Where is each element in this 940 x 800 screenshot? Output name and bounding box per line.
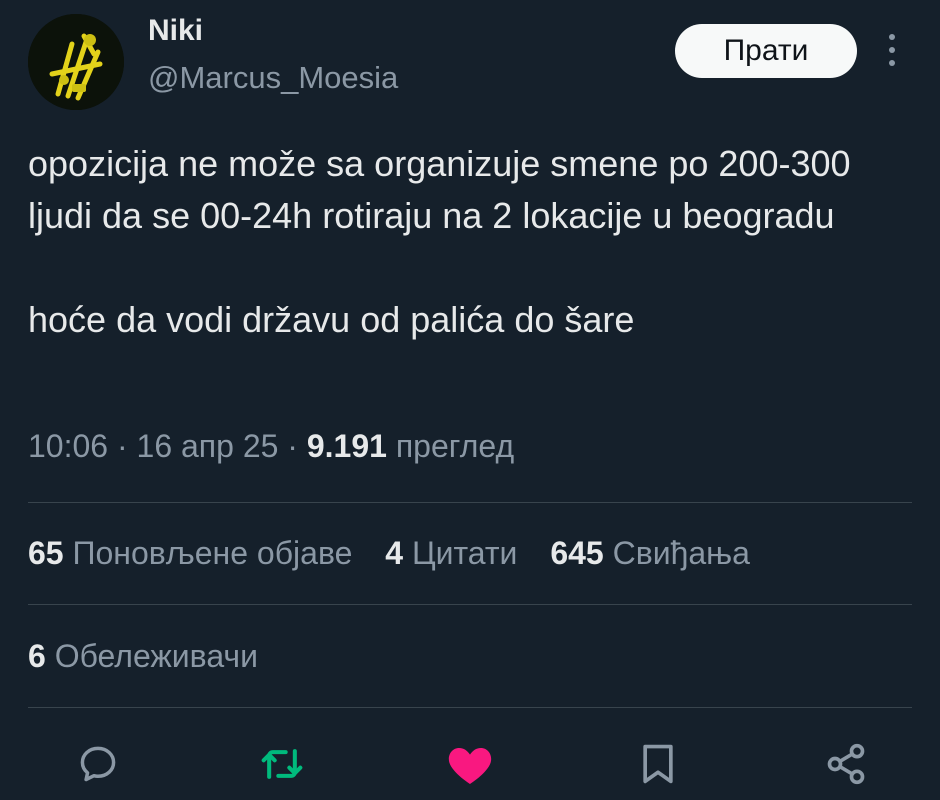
divider [28, 604, 912, 605]
follow-button[interactable]: Прати [675, 24, 857, 78]
tweet-meta: 10:06 · 16 апр 25 · 9.191 преглед [28, 428, 514, 465]
meta-separator: · [287, 428, 298, 464]
divider [28, 502, 912, 503]
avatar-image [28, 14, 124, 110]
likes-stat[interactable]: 645 Свиђања [550, 535, 750, 571]
bookmark-button[interactable] [632, 738, 684, 790]
retweet-button[interactable] [256, 738, 308, 790]
like-button[interactable] [444, 738, 496, 790]
reposts-stat[interactable]: 65 Поновљене објаве [28, 535, 361, 571]
reposts-count: 65 [28, 535, 64, 571]
author-name[interactable]: Niki [148, 14, 203, 48]
bookmark-icon [643, 744, 673, 784]
reply-icon [80, 746, 116, 782]
tweet-time[interactable]: 10:06 [28, 428, 108, 464]
avatar[interactable] [28, 14, 124, 110]
reposts-label: Поновљене објаве [72, 535, 353, 571]
likes-label: Свиђања [612, 535, 750, 571]
likes-count: 645 [550, 535, 604, 571]
heart-icon [448, 748, 492, 784]
bookmarks-count: 6 [28, 638, 46, 674]
tweet-date[interactable]: 16 апр 25 [137, 428, 279, 464]
share-button[interactable] [820, 738, 872, 790]
views-label: преглед [395, 428, 515, 464]
bookmarks-label: Обележивачи [54, 638, 258, 674]
retweet-icon [261, 749, 303, 779]
author-handle[interactable]: @Marcus_Moesia [148, 60, 398, 96]
share-icon [827, 743, 865, 785]
meta-separator: · [116, 428, 128, 464]
more-options-icon[interactable] [880, 34, 904, 74]
divider [28, 707, 912, 708]
views-count: 9.191 [306, 428, 387, 464]
reply-button[interactable] [72, 738, 124, 790]
tweet-text: opozicija ne može sa organizuje smene po… [28, 138, 908, 346]
tweet-paragraph: hoće da vodi državu od palića do šare [28, 299, 635, 340]
tweet-paragraph: opozicija ne može sa organizuje smene po… [28, 143, 851, 236]
bookmarks-stat[interactable]: 6 Обележивачи [28, 638, 258, 675]
quotes-label: Цитати [411, 535, 518, 571]
engagement-stats: 65 Поновљене објаве 4 Цитати 645 Свиђања [28, 535, 774, 572]
quotes-stat[interactable]: 4 Цитати [385, 535, 526, 571]
quotes-count: 4 [385, 535, 404, 571]
